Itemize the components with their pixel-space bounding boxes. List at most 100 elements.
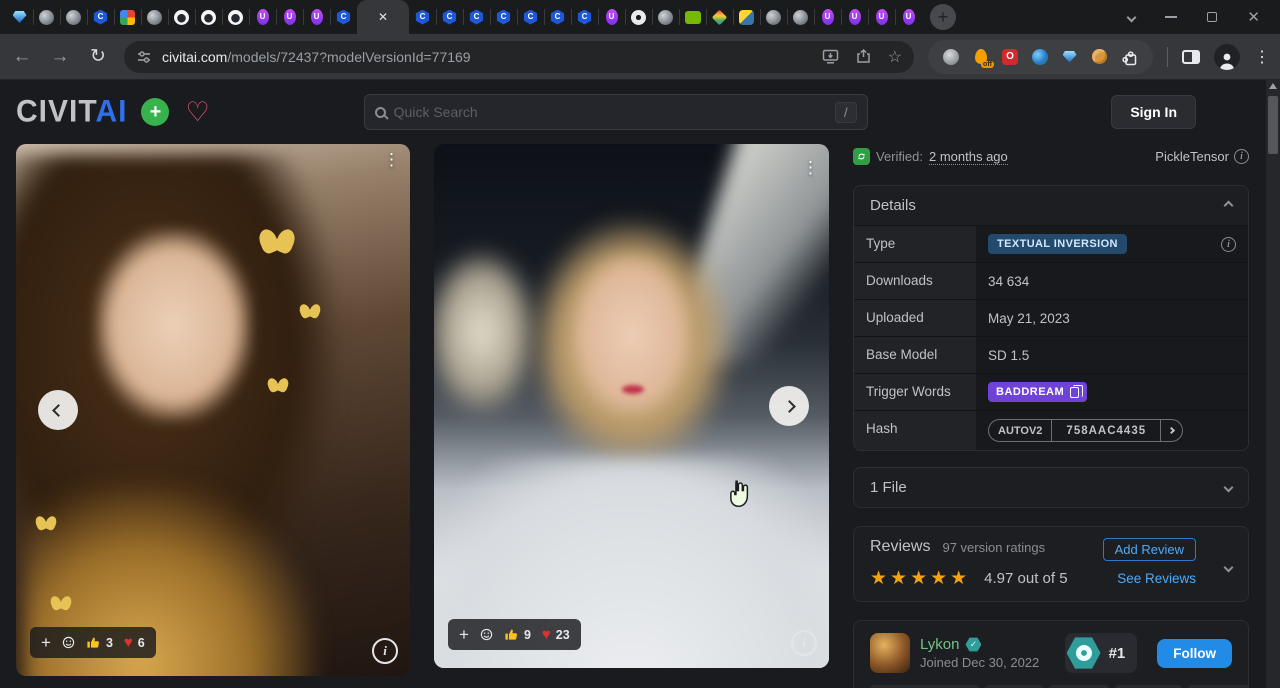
share-icon[interactable] <box>855 48 872 65</box>
url-text[interactable]: civitai.com/models/72437?modelVersionId=… <box>162 49 812 65</box>
browser-menu-icon[interactable]: ⋮ <box>1254 47 1270 67</box>
pinned-tab-globe[interactable] <box>760 0 787 34</box>
pinned-tab-ultralytics[interactable]: U <box>895 0 922 34</box>
add-reaction-button[interactable]: + <box>459 626 469 643</box>
gallery-image-1[interactable]: ⋮ + 3 ♥ 6 i <box>16 144 410 676</box>
type-badge[interactable]: TEXTUAL INVERSION <box>988 234 1127 254</box>
pinned-tab-gem[interactable] <box>6 0 33 34</box>
cookie-extension-icon[interactable] <box>1091 48 1108 65</box>
gem-extension-icon[interactable] <box>1061 48 1078 65</box>
pinned-tab-python[interactable] <box>733 0 760 34</box>
details-header[interactable]: Details <box>854 186 1248 225</box>
thumbs-up-reaction[interactable]: 9 <box>504 627 531 642</box>
pinned-tab-civitai[interactable]: C <box>330 0 357 34</box>
image-info-button[interactable]: i <box>791 630 817 656</box>
browser-profile-avatar[interactable] <box>1214 44 1240 70</box>
pinned-tab-globe[interactable] <box>787 0 814 34</box>
quick-search[interactable]: / <box>364 94 868 130</box>
pinned-tab-civitai[interactable]: C <box>463 0 490 34</box>
pinned-tab-civitai[interactable]: C <box>571 0 598 34</box>
globe-extension-icon[interactable] <box>942 48 959 65</box>
favorites-heart-icon[interactable]: ♡ <box>185 99 209 126</box>
pinned-tab-github[interactable] <box>222 0 249 34</box>
smiley-icon[interactable] <box>62 636 75 649</box>
pinned-tab-nvidia[interactable] <box>679 0 706 34</box>
pinned-tab-ultralytics[interactable]: U <box>249 0 276 34</box>
pinned-tab-ultralytics[interactable]: U <box>598 0 625 34</box>
tab-search-icon[interactable] <box>1127 12 1137 22</box>
pinned-tab-github[interactable] <box>168 0 195 34</box>
reload-icon[interactable]: ↻ <box>86 45 110 68</box>
side-panel-icon[interactable] <box>1182 50 1200 64</box>
creator-avatar[interactable] <box>870 633 910 673</box>
pinned-tab-civitai[interactable]: C <box>87 0 114 34</box>
image-menu-icon[interactable]: ⋮ <box>383 150 400 170</box>
image-menu-icon[interactable]: ⋮ <box>802 158 819 178</box>
see-reviews-link[interactable]: See Reviews <box>1117 571 1196 586</box>
address-bar[interactable]: civitai.com/models/72437?modelVersionId=… <box>124 41 914 73</box>
image-info-button[interactable]: i <box>372 638 398 664</box>
heart-reaction[interactable]: ♥ 23 <box>542 627 570 642</box>
streak-off-extension-icon[interactable]: off <box>972 48 989 65</box>
pinned-tab-ultralytics[interactable]: U <box>303 0 330 34</box>
pinned-tab-diamond[interactable] <box>706 0 733 34</box>
thumbs-up-reaction[interactable]: 3 <box>86 635 113 650</box>
back-icon[interactable]: ← <box>10 46 34 68</box>
gallery-image-2[interactable]: ⋮ + 9 ♥ 23 i <box>434 144 829 668</box>
forward-icon[interactable]: → <box>48 46 72 68</box>
creator-rank-badge[interactable]: #1 <box>1065 633 1138 673</box>
copy-icon[interactable] <box>1070 387 1079 398</box>
add-review-button[interactable]: Add Review <box>1103 538 1196 561</box>
install-app-icon[interactable] <box>822 48 839 65</box>
scrollbar-thumb[interactable] <box>1268 96 1278 154</box>
new-tab-button[interactable]: + <box>930 4 956 30</box>
pinned-tab-globe[interactable] <box>33 0 60 34</box>
hash-expand-button[interactable] <box>1160 420 1182 441</box>
pinned-tab-globe[interactable] <box>60 0 87 34</box>
reaction-bar[interactable]: + 9 ♥ 23 <box>448 619 581 650</box>
scroll-up-arrow[interactable] <box>1269 83 1277 89</box>
extensions-puzzle-icon[interactable] <box>1121 48 1139 66</box>
restore-icon[interactable] <box>1207 12 1217 22</box>
active-tab[interactable]: ✕ <box>357 0 409 34</box>
hash-pill[interactable]: AUTOV2 758AAC4435 <box>988 419 1183 442</box>
verified-time[interactable]: 2 months ago <box>929 149 1008 165</box>
pinned-tab-civitai[interactable]: C <box>436 0 463 34</box>
creator-name[interactable]: Lykon ✓ <box>920 636 1039 653</box>
window-close-icon[interactable]: ✕ <box>1247 8 1260 26</box>
earth-extension-icon[interactable] <box>1031 48 1048 65</box>
carousel-next-button[interactable] <box>769 386 809 426</box>
trigger-word-badge[interactable]: BADDREAM <box>988 382 1087 402</box>
files-header[interactable]: 1 File <box>854 468 1248 507</box>
red-o-extension-icon[interactable]: O <box>1002 49 1018 65</box>
pinned-tab-civitai[interactable]: C <box>517 0 544 34</box>
info-icon[interactable]: i <box>1221 237 1236 252</box>
pinned-tab-globe[interactable] <box>652 0 679 34</box>
bookmark-star-icon[interactable]: ☆ <box>888 47 902 67</box>
create-button[interactable]: + <box>141 98 169 126</box>
add-reaction-button[interactable]: + <box>41 634 51 651</box>
pinned-tab-globe[interactable] <box>141 0 168 34</box>
pinned-tab-ultralytics[interactable]: U <box>276 0 303 34</box>
pinned-tab-civitai[interactable]: C <box>409 0 436 34</box>
carousel-prev-button[interactable] <box>38 390 78 430</box>
pinned-tab-civitai[interactable]: C <box>544 0 571 34</box>
tab-close-icon[interactable]: ✕ <box>378 10 388 24</box>
site-settings-icon[interactable] <box>136 49 152 65</box>
pinned-tab-ultralytics[interactable]: U <box>814 0 841 34</box>
info-icon[interactable]: i <box>1234 149 1249 164</box>
page-scrollbar[interactable] <box>1266 80 1280 688</box>
pinned-tab-civitai[interactable]: C <box>490 0 517 34</box>
reaction-bar[interactable]: + 3 ♥ 6 <box>30 627 156 658</box>
follow-button[interactable]: Follow <box>1157 639 1232 668</box>
sign-in-button[interactable]: Sign In <box>1111 95 1196 129</box>
smiley-icon[interactable] <box>480 628 493 641</box>
pinned-tab-gear[interactable] <box>625 0 652 34</box>
pinned-tab-ultralytics[interactable]: U <box>868 0 895 34</box>
civitai-logo[interactable]: CIVITAI <box>16 94 127 130</box>
search-input[interactable] <box>394 104 827 120</box>
minimize-icon[interactable] <box>1165 16 1177 18</box>
pinned-tab-ultralytics[interactable]: U <box>841 0 868 34</box>
heart-reaction[interactable]: ♥ 6 <box>124 635 145 650</box>
pinned-tab-grid[interactable] <box>114 0 141 34</box>
